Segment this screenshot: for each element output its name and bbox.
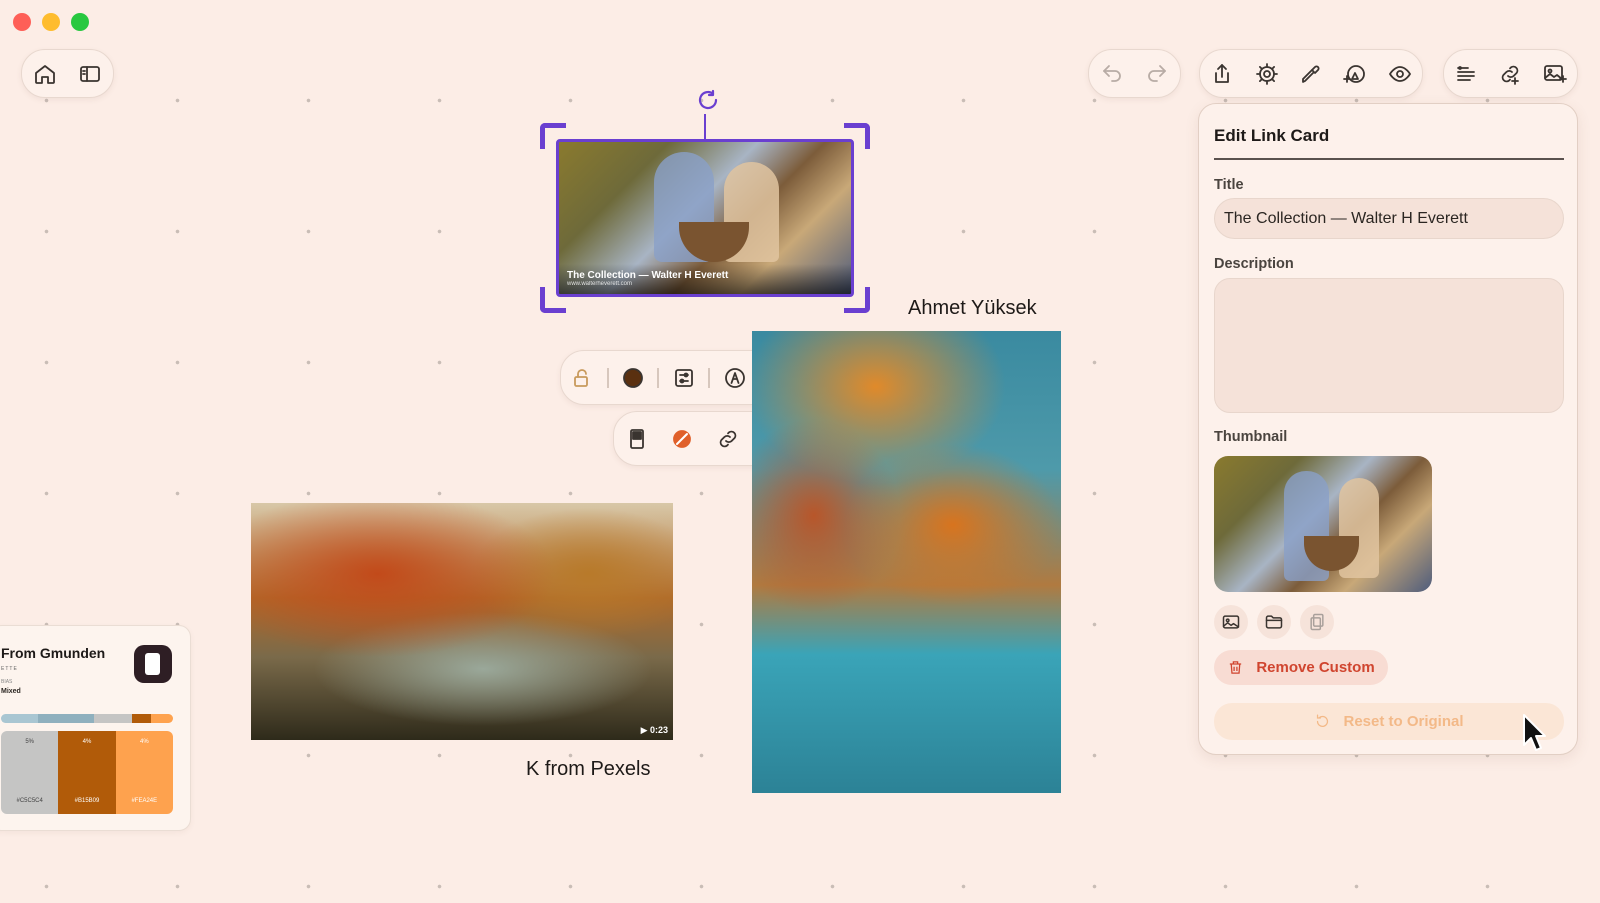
color-swatch-icon[interactable] <box>615 360 651 396</box>
swatch[interactable]: 4% #B15B09 <box>58 731 116 814</box>
divider <box>708 367 711 388</box>
choose-file-button[interactable] <box>1257 605 1291 639</box>
palette-strip <box>1 714 173 723</box>
rotate-handle-icon[interactable] <box>690 82 726 118</box>
title-label: Title <box>1214 177 1244 193</box>
sidebar-icon[interactable] <box>72 56 108 92</box>
palette-card[interactable]: From Gmunden ETTE BIAS Mixed 5% #C5C5C4 … <box>0 625 191 831</box>
redo-icon[interactable] <box>1139 56 1175 92</box>
nav-toolbar <box>21 49 114 98</box>
link-card-image: The Collection — Walter H Everett www.wa… <box>556 139 854 297</box>
history-toolbar <box>1088 49 1181 98</box>
palette-bias-label: BIAS <box>1 679 13 685</box>
palette-subtitle: ETTE <box>1 666 18 672</box>
link-add-icon[interactable] <box>1492 56 1528 92</box>
paste-icon <box>1310 613 1324 631</box>
remove-custom-label: Remove Custom <box>1256 659 1375 676</box>
no-color-icon[interactable] <box>664 421 700 457</box>
lake-photo-credit: Ahmet Yüksek <box>908 297 1037 319</box>
selected-link-card[interactable]: The Collection — Walter H Everett www.wa… <box>540 123 870 313</box>
app-icon <box>134 645 172 683</box>
river-photo-credit: K from Pexels <box>526 758 651 780</box>
shapes-add-icon[interactable] <box>1337 56 1373 92</box>
text-card-add-icon[interactable] <box>1448 56 1484 92</box>
text-style-icon[interactable] <box>717 360 753 396</box>
reset-label: Reset to Original <box>1343 713 1464 730</box>
divider <box>606 367 609 388</box>
edit-link-card-panel: Edit Link Card Title Description Thumbna… <box>1198 103 1578 755</box>
adjust-icon[interactable] <box>666 360 702 396</box>
gear-icon[interactable] <box>1249 56 1285 92</box>
undo-icon[interactable] <box>1094 56 1130 92</box>
image-icon <box>1222 615 1240 629</box>
insert-toolbar <box>1443 49 1578 98</box>
palette-swatches: 5% #C5C5C4 4% #B15B09 4% #FEA24E <box>1 731 173 814</box>
swatch[interactable]: 4% #FEA24E <box>115 731 173 814</box>
eyedropper-icon[interactable] <box>1293 56 1329 92</box>
palette-bias-value: Mixed <box>1 688 21 695</box>
image-add-icon[interactable] <box>1537 56 1573 92</box>
thumbnail-label: Thumbnail <box>1214 429 1288 445</box>
video-duration: ▶ 0:23 <box>640 725 668 735</box>
description-label: Description <box>1214 256 1294 272</box>
link-card-url: www.walterheverett.com <box>567 281 633 287</box>
palette-title: From Gmunden <box>1 645 106 661</box>
main-toolbar <box>1199 49 1423 98</box>
reset-to-original-button[interactable]: Reset to Original <box>1214 703 1564 740</box>
panel-title: Edit Link Card <box>1214 126 1330 145</box>
window-controls <box>13 13 89 31</box>
description-field[interactable] <box>1214 278 1564 413</box>
link-card-caption: The Collection — Walter H Everett www.wa… <box>559 264 851 294</box>
thumbnail-preview <box>1214 456 1432 592</box>
trash-icon <box>1230 661 1242 674</box>
title-field[interactable] <box>1214 198 1564 239</box>
remove-custom-button[interactable]: Remove Custom <box>1214 650 1388 685</box>
lock-open-icon[interactable] <box>564 360 600 396</box>
card-layout-icon[interactable] <box>619 421 655 457</box>
close-window-button[interactable] <box>13 13 31 31</box>
home-icon[interactable] <box>27 56 63 92</box>
divider <box>657 367 660 388</box>
link-card-title: The Collection — Walter H Everett <box>567 270 729 281</box>
link-icon[interactable] <box>710 421 746 457</box>
minimize-window-button[interactable] <box>42 13 60 31</box>
lake-photo[interactable] <box>752 331 1061 793</box>
eye-icon[interactable] <box>1382 56 1418 92</box>
zoom-window-button[interactable] <box>71 13 89 31</box>
divider <box>1214 158 1564 160</box>
choose-image-button[interactable] <box>1214 605 1248 639</box>
paste-image-button[interactable] <box>1300 605 1334 639</box>
river-video[interactable]: ▶ 0:23 <box>251 503 673 740</box>
swatch[interactable]: 5% #C5C5C4 <box>1 731 59 814</box>
folder-icon <box>1265 615 1283 629</box>
mouse-cursor-icon <box>1522 713 1548 758</box>
reset-icon <box>1317 714 1329 728</box>
share-icon[interactable] <box>1204 56 1240 92</box>
